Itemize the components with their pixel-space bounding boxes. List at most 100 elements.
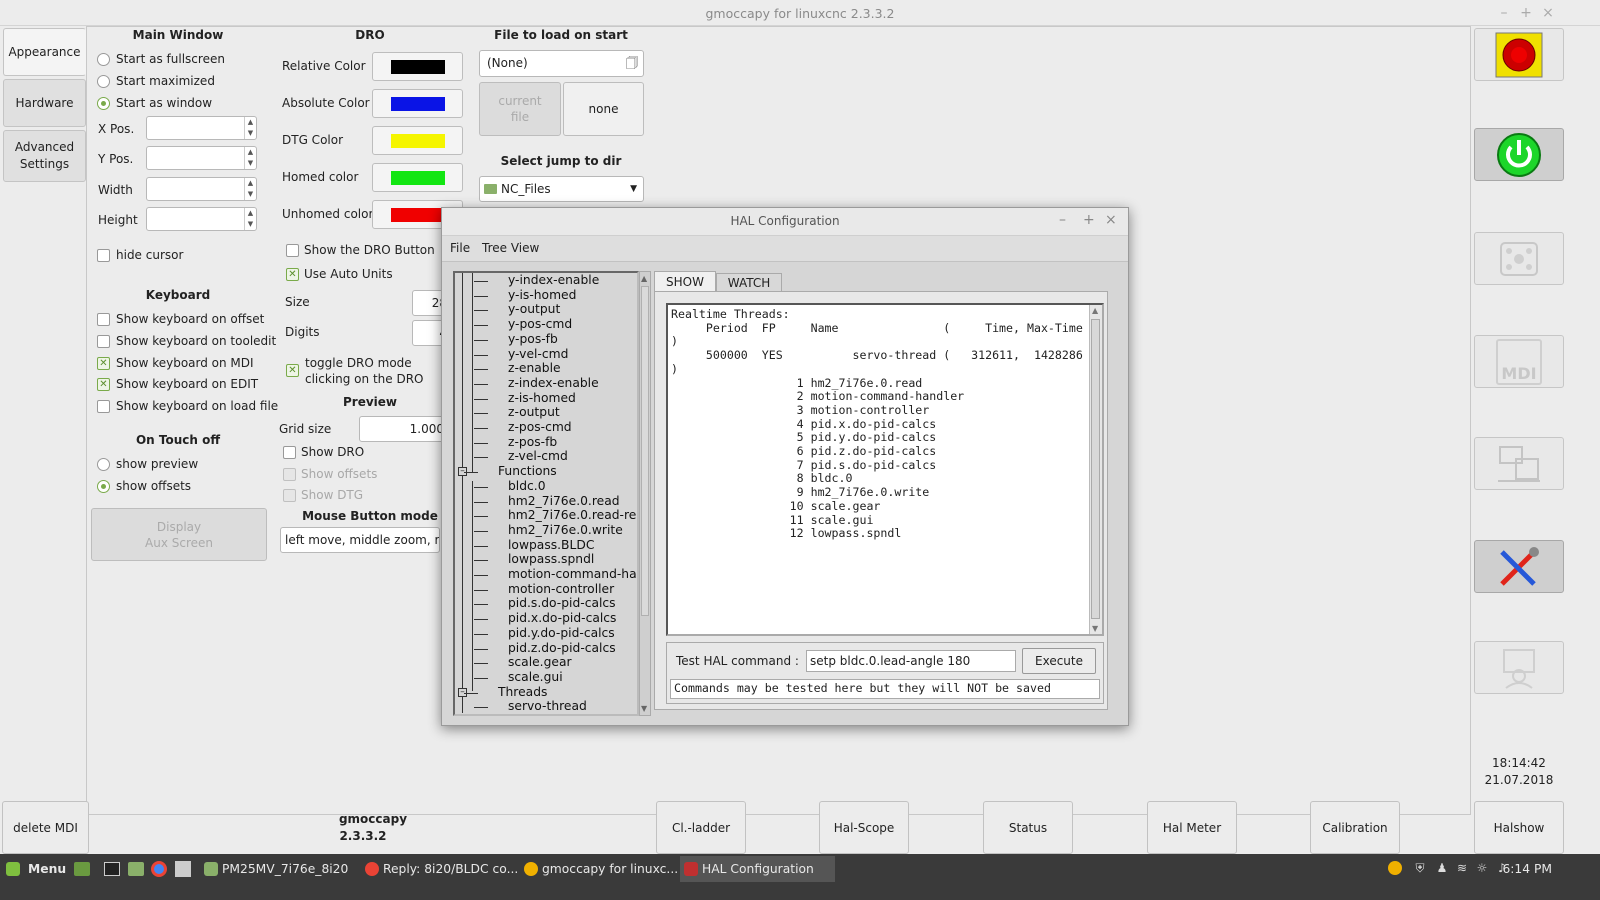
user-tab-button[interactable] xyxy=(1474,641,1564,694)
show-offsets-checkbox[interactable] xyxy=(283,468,296,481)
toggle-dro-checkbox[interactable]: ✕ xyxy=(286,364,299,377)
tree-item[interactable]: scale.gear xyxy=(508,655,572,669)
test-command-input[interactable]: setp bldc.0.lead-angle 180 xyxy=(806,650,1016,672)
kb-edit-checkbox[interactable]: ✕ xyxy=(97,378,110,391)
tree-item[interactable]: z-enable xyxy=(508,361,561,375)
task-hal-configuration[interactable]: HAL Configuration xyxy=(680,856,835,882)
tree-item[interactable]: z-output xyxy=(508,405,560,419)
halshow-button[interactable]: Halshow xyxy=(1474,801,1564,854)
show-dtg-checkbox[interactable] xyxy=(283,489,296,502)
tree-scrollbar[interactable]: ▲ ▼ xyxy=(639,271,651,716)
tree-item[interactable]: motion-controller xyxy=(508,582,614,596)
settings-mode-button[interactable] xyxy=(1474,540,1564,593)
files-icon[interactable] xyxy=(128,862,144,876)
kb-loadfile-checkbox[interactable] xyxy=(97,400,110,413)
radio-show-offsets[interactable] xyxy=(97,480,110,493)
spin-arrows-icon[interactable]: ▲ ▼ xyxy=(244,178,256,200)
scroll-up-icon[interactable]: ▲ xyxy=(1092,306,1098,315)
calculator-icon[interactable] xyxy=(175,861,191,877)
tree-item[interactable]: pid.y.do-pid-calcs xyxy=(508,626,615,640)
menu-file[interactable]: File xyxy=(450,241,470,255)
execute-button[interactable]: Execute xyxy=(1022,648,1096,674)
tree-item[interactable]: y-pos-cmd xyxy=(508,317,572,331)
mdi-mode-button[interactable]: MDI xyxy=(1474,335,1564,388)
task-pm25mv[interactable]: PM25MV_7i76e_8i20 xyxy=(200,856,355,882)
current-file-button[interactable]: current file xyxy=(479,82,561,136)
tab-watch[interactable]: WATCH xyxy=(716,273,782,292)
tree-item[interactable]: z-index-enable xyxy=(508,376,599,390)
user-tray-icon[interactable]: ♟ xyxy=(1435,861,1449,875)
tree-item[interactable]: bldc.0 xyxy=(508,479,546,493)
estop-button[interactable] xyxy=(1474,28,1564,81)
relative-color-button[interactable] xyxy=(372,52,463,81)
tab-hardware[interactable]: Hardware xyxy=(3,79,86,127)
auto-mode-button[interactable] xyxy=(1474,437,1564,490)
close-button[interactable]: × xyxy=(1538,3,1558,23)
mouse-mode-select[interactable]: left move, middle zoom, right rotate xyxy=(280,527,440,553)
radio-window[interactable] xyxy=(97,97,110,110)
kb-tooledit-checkbox[interactable] xyxy=(97,335,110,348)
tree-item[interactable]: pid.s.do-pid-calcs xyxy=(508,596,616,610)
tree-item[interactable]: scale.gui xyxy=(508,670,563,684)
tree-item[interactable]: z-pos-fb xyxy=(508,435,557,449)
tree-item[interactable]: hm2_7i76e.0.read-request xyxy=(508,508,637,522)
tree-node-functions[interactable]: Functions xyxy=(498,464,557,478)
tree-item[interactable]: y-pos-fb xyxy=(508,332,558,346)
show-dro-button-checkbox[interactable] xyxy=(286,244,299,257)
spin-arrows-icon[interactable]: ▲ ▼ xyxy=(244,208,256,230)
none-button[interactable]: none xyxy=(563,82,644,136)
radio-show-preview[interactable] xyxy=(97,458,110,471)
kb-offset-checkbox[interactable] xyxy=(97,313,110,326)
hal-maximize-button[interactable]: + xyxy=(1083,212,1095,228)
cl-ladder-button[interactable]: Cl.-ladder xyxy=(656,801,746,854)
dtg-color-button[interactable] xyxy=(372,126,463,155)
tab-show[interactable]: SHOW xyxy=(654,271,716,292)
tree-item[interactable]: z-pos-cmd xyxy=(508,420,572,434)
tree-item[interactable]: pid.x.do-pid-calcs xyxy=(508,611,616,625)
shield-icon[interactable]: ⛨ xyxy=(1413,861,1427,875)
show-dro-checkbox[interactable] xyxy=(283,446,296,459)
tree-item[interactable]: pid.z.do-pid-calcs xyxy=(508,641,616,655)
absolute-color-button[interactable] xyxy=(372,89,463,118)
tab-appearance[interactable]: Appearance xyxy=(3,28,86,76)
network-icon[interactable]: ≋ xyxy=(1455,861,1469,875)
maximize-button[interactable]: + xyxy=(1516,3,1536,23)
show-desktop-icon[interactable] xyxy=(74,862,90,876)
output-scrollbar[interactable]: ▲ ▼ xyxy=(1089,305,1102,634)
hal-meter-button[interactable]: Hal Meter xyxy=(1147,801,1237,854)
spin-arrows-icon[interactable]: ▲ ▼ xyxy=(244,117,256,139)
hide-cursor-checkbox[interactable] xyxy=(97,249,110,262)
tree-item[interactable]: motion-command-handler xyxy=(508,567,637,581)
tree-item[interactable]: lowpass.BLDC xyxy=(508,538,594,552)
ypos-spinbox[interactable]: ▲ ▼ xyxy=(146,146,257,170)
delete-mdi-button[interactable]: delete MDI xyxy=(2,801,89,854)
tree-item[interactable]: servo-thread xyxy=(508,699,587,713)
width-spinbox[interactable]: ▲ ▼ xyxy=(146,177,257,201)
tree-item[interactable]: z-is-homed xyxy=(508,391,576,405)
task-gmoccapy[interactable]: gmoccapy for linuxc... xyxy=(520,856,678,882)
xpos-spinbox[interactable]: ▲ ▼ xyxy=(146,116,257,140)
taskbar-menu-button[interactable]: Menu xyxy=(2,856,66,882)
height-spinbox[interactable]: ▲ ▼ xyxy=(146,207,257,231)
kb-mdi-checkbox[interactable]: ✕ xyxy=(97,357,110,370)
tree-item[interactable]: hm2_7i76e.0.read xyxy=(508,494,620,508)
radio-fullscreen[interactable] xyxy=(97,53,110,66)
tray-gmoccapy-icon[interactable] xyxy=(1388,861,1402,875)
tree-item[interactable]: lowpass.spndl xyxy=(508,552,594,566)
hal-minimize-button[interactable]: – xyxy=(1059,212,1066,228)
power-button[interactable] xyxy=(1474,128,1564,181)
scroll-up-icon[interactable]: ▲ xyxy=(641,274,647,283)
tree-node-threads[interactable]: Threads xyxy=(498,685,547,699)
terminal-icon[interactable] xyxy=(104,862,120,876)
scroll-down-icon[interactable]: ▼ xyxy=(641,704,647,713)
radio-maximized[interactable] xyxy=(97,75,110,88)
tab-advanced-settings[interactable]: Advanced Settings xyxy=(3,130,86,182)
scroll-down-icon[interactable]: ▼ xyxy=(1092,624,1098,633)
tree-item[interactable]: y-output xyxy=(508,302,560,316)
grid-size-input[interactable]: 1.000 xyxy=(359,416,449,442)
hal-scope-button[interactable]: Hal-Scope xyxy=(819,801,909,854)
tree-item[interactable]: y-is-homed xyxy=(508,288,576,302)
homed-color-button[interactable] xyxy=(372,163,463,192)
tree-item[interactable]: hm2_7i76e.0.write xyxy=(508,523,623,537)
tree-item[interactable]: y-vel-cmd xyxy=(508,347,568,361)
